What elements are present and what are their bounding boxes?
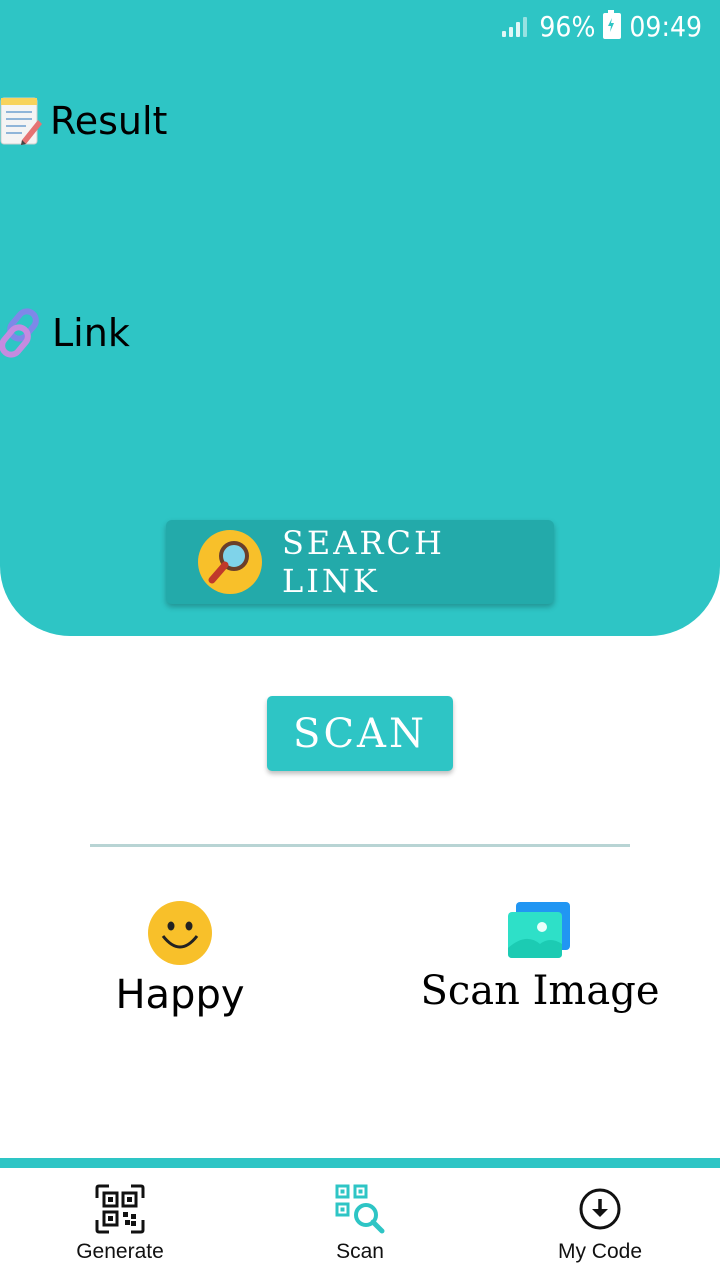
scan-image-option[interactable]: Scan Image bbox=[390, 900, 690, 1014]
result-panel: 96% 09:49 Result Link SEARCH LINK bbox=[0, 0, 720, 636]
memo-icon bbox=[0, 97, 42, 145]
search-link-label: SEARCH LINK bbox=[282, 524, 445, 600]
clock: 09:49 bbox=[629, 9, 702, 43]
search-link-button[interactable]: SEARCH LINK bbox=[166, 520, 554, 604]
nav-scan-label: Scan bbox=[336, 1240, 384, 1263]
result-label: Result bbox=[50, 99, 168, 143]
scan-image-label: Scan Image bbox=[420, 968, 660, 1014]
battery-icon bbox=[603, 10, 622, 39]
status-bar: 96% 09:49 bbox=[502, 8, 702, 44]
smiley-icon bbox=[148, 901, 212, 965]
nav-scan[interactable]: Scan bbox=[240, 1168, 480, 1280]
nav-generate[interactable]: Generate bbox=[0, 1168, 240, 1280]
signal-icon bbox=[502, 15, 528, 37]
scan-button[interactable]: SCAN bbox=[267, 696, 453, 771]
nav-generate-label: Generate bbox=[76, 1240, 164, 1263]
qr-code-icon bbox=[95, 1184, 145, 1234]
link-label: Link bbox=[52, 311, 130, 355]
magnifier-icon bbox=[198, 530, 262, 594]
result-row: Result bbox=[0, 96, 167, 146]
qr-scan-icon bbox=[335, 1184, 385, 1234]
chain-link-icon bbox=[0, 308, 39, 358]
happy-option[interactable]: Happy bbox=[30, 900, 330, 1018]
images-icon bbox=[508, 902, 570, 958]
link-row: Link bbox=[0, 308, 130, 358]
battery-percent: 96% bbox=[539, 9, 596, 43]
download-circle-icon bbox=[579, 1188, 621, 1230]
nav-my-code[interactable]: My Code bbox=[480, 1168, 720, 1280]
bottom-nav-accent bbox=[0, 1158, 720, 1168]
nav-my-code-label: My Code bbox=[557, 1240, 643, 1263]
divider bbox=[90, 844, 630, 847]
happy-label: Happy bbox=[115, 972, 245, 1018]
bottom-nav: Generate Scan My Code bbox=[0, 1168, 720, 1280]
